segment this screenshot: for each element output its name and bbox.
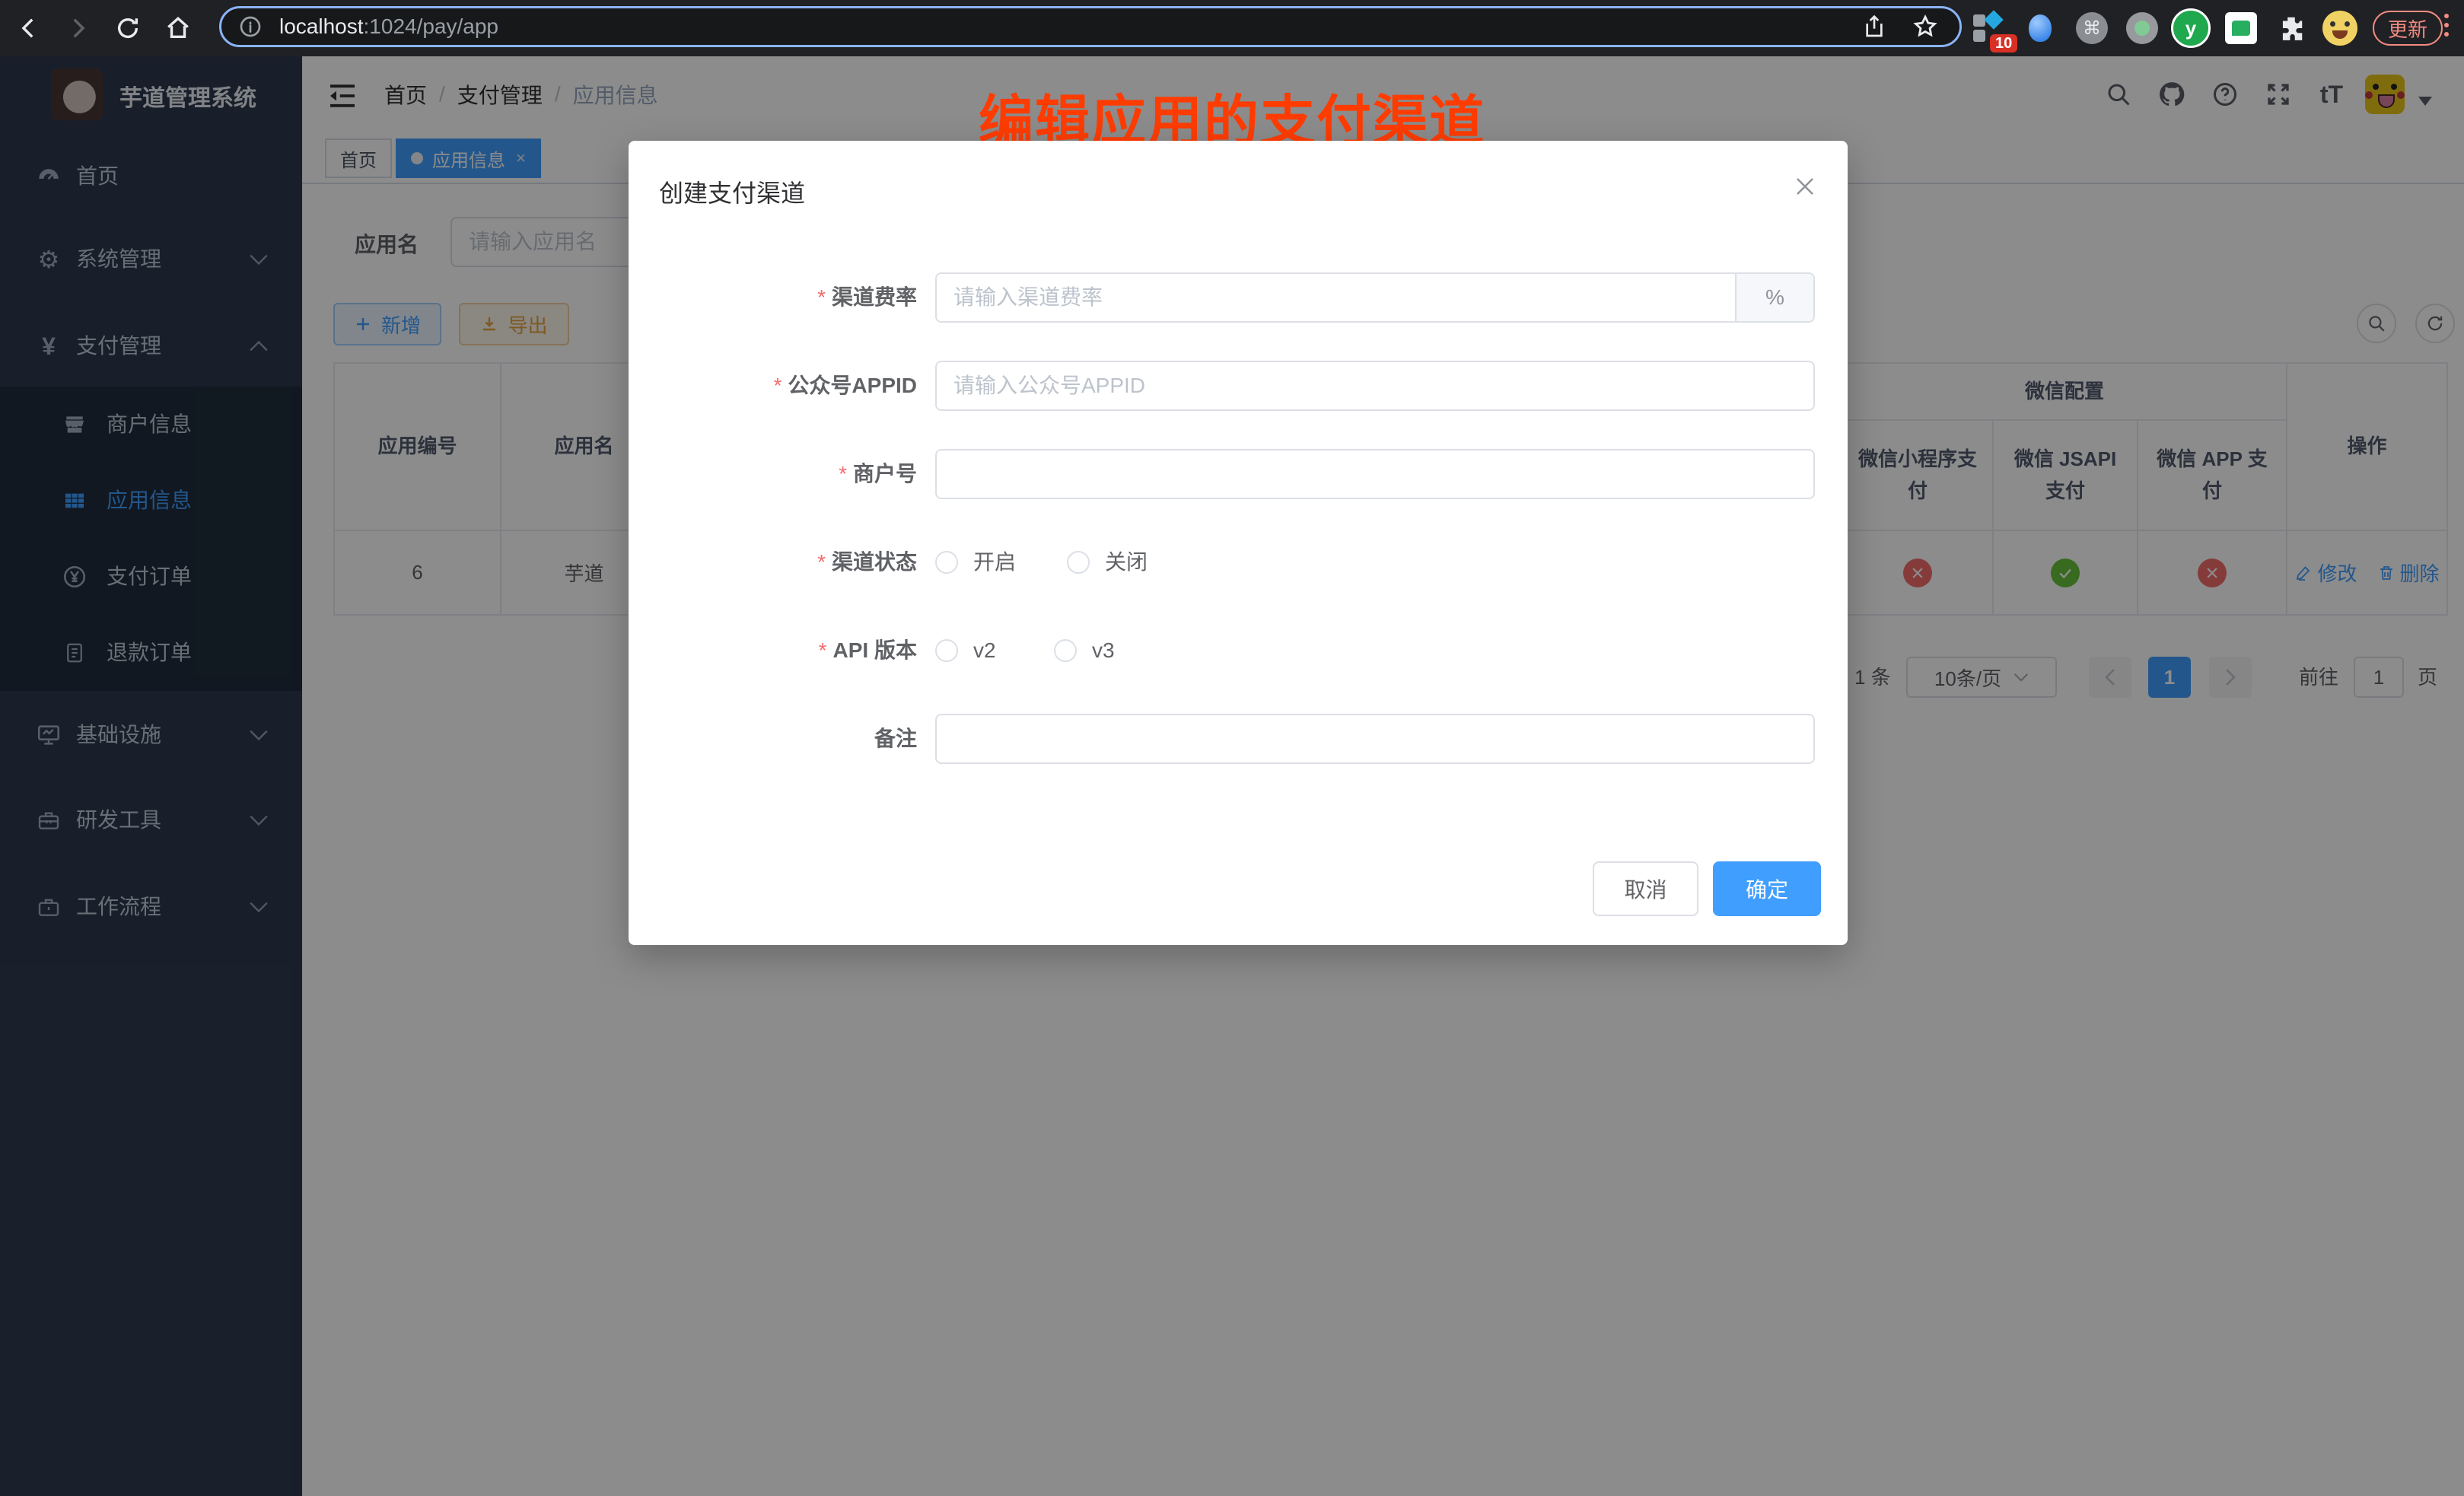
browser-chrome: localhost:1024/pay/app 10 ⌘ y xyxy=(0,0,2464,56)
bookmark-star-icon[interactable] xyxy=(1912,14,1938,40)
home-icon xyxy=(165,15,191,41)
merchant-id-input[interactable] xyxy=(935,449,1815,499)
rate-suffix: % xyxy=(1735,274,1813,321)
form-row-api-version: *API 版本 v2 v3 xyxy=(629,625,1848,676)
browser-reload-button[interactable] xyxy=(111,11,145,45)
status-off-label[interactable]: 关闭 xyxy=(1105,537,1148,587)
create-pay-channel-dialog: 创建支付渠道 *渠道费率 % *公众号APPID *商户号 *渠道状态 开启 关… xyxy=(629,141,1848,945)
required-asterisk: * xyxy=(839,462,847,485)
extension-chat-icon[interactable] xyxy=(2220,8,2262,49)
extension-vue-devtools-icon[interactable]: y xyxy=(2170,8,2211,49)
close-icon xyxy=(1794,175,1816,198)
extension-balloon-icon[interactable] xyxy=(2020,8,2061,49)
status-on-label[interactable]: 开启 xyxy=(973,537,1016,587)
form-row-merchant-id: *商户号 xyxy=(629,449,1848,499)
required-asterisk: * xyxy=(774,374,782,397)
site-info-icon[interactable] xyxy=(238,14,263,39)
status-on-radio[interactable] xyxy=(935,551,958,574)
required-asterisk: * xyxy=(819,638,827,662)
rate-input-group: % xyxy=(935,272,1815,323)
rate-input[interactable] xyxy=(937,274,1735,321)
extension-devtools-icon[interactable]: 10 xyxy=(1968,8,2009,49)
cancel-button[interactable]: 取消 xyxy=(1593,861,1698,916)
extension-recorder-icon[interactable] xyxy=(2122,8,2163,49)
api-v2-label[interactable]: v2 xyxy=(973,625,996,676)
required-asterisk: * xyxy=(817,550,826,574)
dialog-close-button[interactable] xyxy=(1787,168,1823,205)
forward-icon xyxy=(65,15,91,41)
confirm-button[interactable]: 确定 xyxy=(1713,861,1821,916)
form-row-remark: 备注 xyxy=(629,714,1848,764)
reload-icon xyxy=(115,15,141,41)
required-asterisk: * xyxy=(817,285,826,309)
browser-menu-icon[interactable] xyxy=(2444,14,2449,37)
share-icon[interactable] xyxy=(1862,14,1886,39)
api-v3-label[interactable]: v3 xyxy=(1092,625,1115,676)
extension-badge: 10 xyxy=(1990,34,2017,53)
form-row-rate: *渠道费率 % xyxy=(629,272,1848,323)
status-off-radio[interactable] xyxy=(1067,551,1090,574)
browser-forward-button[interactable] xyxy=(61,11,94,45)
dialog-title: 创建支付渠道 xyxy=(659,174,805,209)
form-row-status: *渠道状态 开启 关闭 xyxy=(629,537,1848,587)
back-icon xyxy=(16,15,42,41)
browser-update-button[interactable]: 更新 xyxy=(2373,11,2443,46)
extensions-puzzle-icon[interactable] xyxy=(2271,8,2312,49)
browser-profile-avatar[interactable] xyxy=(2319,8,2361,49)
form-row-appid: *公众号APPID xyxy=(629,361,1848,411)
url-bar[interactable]: localhost:1024/pay/app xyxy=(219,6,1962,47)
url-text: localhost:1024/pay/app xyxy=(279,14,498,39)
browser-home-button[interactable] xyxy=(161,11,195,45)
extension-command-icon[interactable]: ⌘ xyxy=(2071,8,2112,49)
api-v3-radio[interactable] xyxy=(1054,639,1077,662)
api-v2-radio[interactable] xyxy=(935,639,958,662)
appid-input[interactable] xyxy=(935,361,1815,411)
browser-back-button[interactable] xyxy=(12,11,46,45)
remark-input[interactable] xyxy=(935,714,1815,764)
